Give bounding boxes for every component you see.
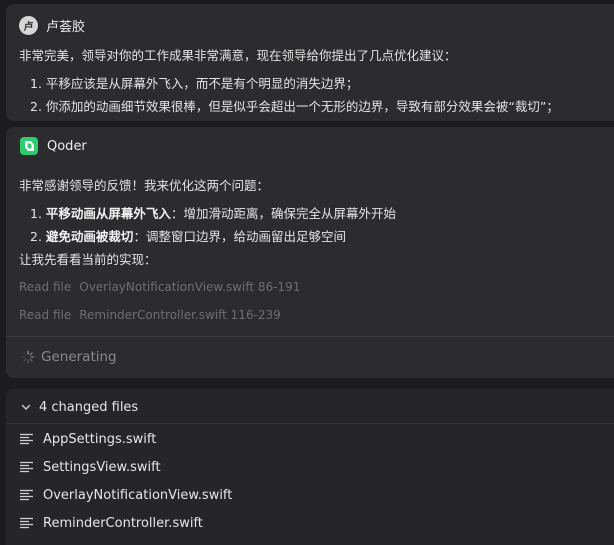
- changed-file-item[interactable]: SettingsView.swift: [20, 458, 161, 476]
- chevron-down-icon: [21, 404, 31, 410]
- changed-file-name: ReminderController.swift: [43, 515, 203, 531]
- changed-file-name: SettingsView.swift: [43, 459, 161, 475]
- status-divider: [6, 336, 614, 337]
- list-text: 平移应该是从屏幕外飞入，而不是有个明显的消失边界；: [45, 76, 359, 91]
- list-number: 1.: [30, 76, 42, 91]
- user-message-card: 卢 卢荟胶 非常完美，领导对你的工作成果非常满意，现在领导给你提出了几点优化建议…: [6, 4, 614, 121]
- list-bold-text: 平移动画从屏幕外飞入: [45, 206, 171, 221]
- list-text: ：调整窗口边界，给动画留出足够空间: [133, 229, 346, 244]
- generating-status: Generating: [21, 349, 117, 365]
- user-message-header: 卢 卢荟胶: [19, 14, 85, 36]
- assistant-followup: 让我先看看当前的实现：: [19, 252, 157, 267]
- tool-call-read-file[interactable]: Read file ReminderController.swift 116-23…: [19, 308, 281, 322]
- user-avatar: 卢: [19, 15, 38, 35]
- tool-target: OverlayNotificationView.swift 86-191: [79, 280, 301, 294]
- changed-file-item[interactable]: OverlayNotificationView.swift: [20, 486, 232, 504]
- changed-file-item[interactable]: AppSettings.swift: [20, 430, 156, 448]
- text-lines-icon: [20, 461, 33, 473]
- assistant-list-item-1: 1. 平移动画从屏幕外飞入：增加滑动距离，确保完全从屏幕外开始: [30, 203, 396, 222]
- generating-label: Generating: [41, 349, 117, 365]
- list-text: ：增加滑动距离，确保完全从屏幕外开始: [170, 206, 396, 221]
- user-name: 卢荟胶: [46, 19, 86, 35]
- changed-file-name: AppSettings.swift: [43, 431, 157, 447]
- changed-file-item[interactable]: ReminderController.swift: [20, 514, 203, 532]
- tool-call-read-file[interactable]: Read file OverlayNotificationView.swift 8…: [19, 280, 300, 294]
- list-number: 2.: [30, 99, 42, 114]
- tool-action: Read file: [19, 280, 72, 294]
- spinner-icon: [21, 350, 35, 364]
- tool-target: ReminderController.swift 116-239: [79, 308, 281, 322]
- changed-files-panel: 4 changed files AppSettings.swift Settin…: [6, 389, 614, 545]
- list-number: 2.: [30, 229, 42, 244]
- changed-files-toggle[interactable]: 4 changed files: [20, 398, 138, 416]
- changed-file-name: OverlayNotificationView.swift: [43, 487, 233, 503]
- assistant-message-card: Qoder 非常感谢领导的反馈！我来优化这两个问题： 1. 平移动画从屏幕外飞入…: [6, 127, 614, 378]
- user-list-item-2: 2. 你添加的动画细节效果很棒，但是似乎会超出一个无形的边界，导致有部分效果会被…: [30, 96, 559, 115]
- list-number: 1.: [30, 206, 42, 221]
- list-text: 你添加的动画细节效果很棒，但是似乎会超出一个无形的边界，导致有部分效果会被“裁切…: [45, 99, 559, 114]
- assistant-intro: 非常感谢领导的反馈！我来优化这两个问题：: [19, 178, 270, 193]
- assistant-name: Qoder: [47, 138, 87, 154]
- tool-action: Read file: [19, 308, 72, 322]
- qoder-logo-icon: [20, 137, 38, 155]
- user-list-item-1: 1. 平移应该是从屏幕外飞入，而不是有个明显的消失边界；: [30, 73, 358, 92]
- text-lines-icon: [20, 517, 33, 529]
- text-lines-icon: [20, 489, 33, 501]
- text-lines-icon: [20, 433, 33, 445]
- files-divider: [6, 423, 614, 424]
- user-message-intro: 非常完美，领导对你的工作成果非常满意，现在领导给你提出了几点优化建议：: [19, 48, 457, 63]
- assistant-message-header: Qoder: [19, 135, 87, 157]
- assistant-list-item-2: 2. 避免动画被裁切：调整窗口边界，给动画留出足够空间: [30, 226, 346, 245]
- changed-files-title: 4 changed files: [39, 399, 139, 415]
- list-bold-text: 避免动画被裁切: [45, 229, 134, 244]
